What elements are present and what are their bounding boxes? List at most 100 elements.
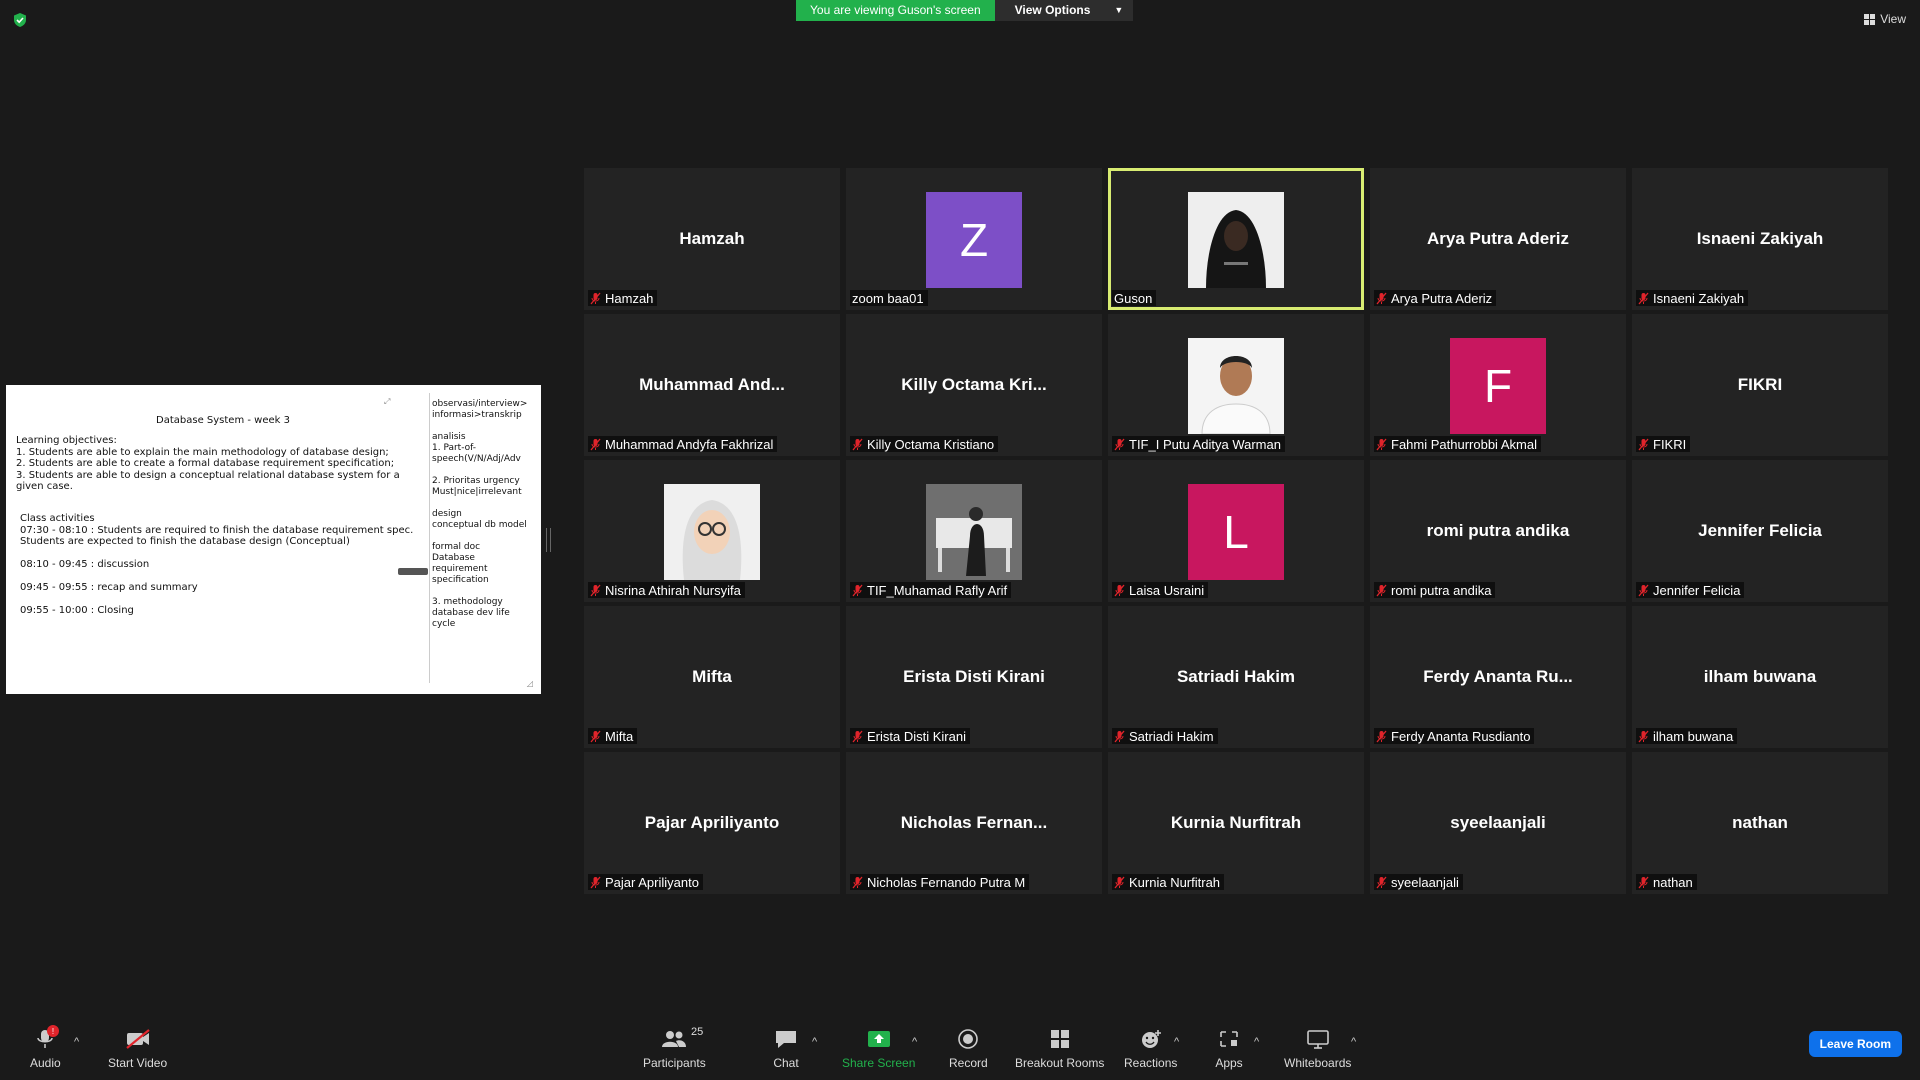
participant-display-name: nathan xyxy=(1732,813,1788,832)
participant-tile[interactable]: Arya Putra Aderiz Arya Putra Aderiz xyxy=(1370,168,1626,310)
participant-name: Satriadi Hakim xyxy=(1129,728,1214,744)
participant-name: Killy Octama Kristiano xyxy=(867,436,995,452)
doc-activities: Class activities 07:30 - 08:10 : Student… xyxy=(20,513,414,616)
participant-tile[interactable]: Killy Octama Kri... Killy Octama Kristian… xyxy=(846,314,1102,456)
participant-name-label: Fahmi Pathurrobbi Akmal xyxy=(1374,436,1541,452)
participant-tile[interactable]: Nicholas Fernan... Nicholas Fernando Putr… xyxy=(846,752,1102,894)
chat-label: Chat xyxy=(773,1056,799,1070)
participant-tile[interactable]: Zzoom baa01 xyxy=(846,168,1102,310)
participant-photo-portrait xyxy=(1188,338,1284,434)
camera-off-icon xyxy=(125,1029,150,1049)
participant-name: romi putra andika xyxy=(1391,582,1492,598)
breakout-rooms-button[interactable]: Breakout Rooms xyxy=(1015,1028,1104,1070)
participant-tile[interactable]: Jennifer Felicia Jennifer Felicia xyxy=(1632,460,1888,602)
panel-splitter[interactable] xyxy=(546,528,551,552)
participant-tile[interactable]: TIF_Muhamad Rafly Arif xyxy=(846,460,1102,602)
participant-name-label: Killy Octama Kristiano xyxy=(850,436,999,452)
share-options-caret[interactable]: ^ xyxy=(912,1036,917,1048)
participant-name-label: nathan xyxy=(1636,874,1697,890)
participant-name: TIF_Muhamad Rafly Arif xyxy=(867,582,1008,598)
participant-name-label: Pajar Apriliyanto xyxy=(588,874,703,890)
whiteboards-options-caret[interactable]: ^ xyxy=(1351,1036,1356,1048)
participant-tile[interactable]: Muhammad And... Muhammad Andyfa Fakhrizal xyxy=(584,314,840,456)
whiteboard-icon xyxy=(1306,1030,1329,1049)
chat-button[interactable]: Chat xyxy=(772,1028,800,1070)
security-shield-icon[interactable] xyxy=(12,12,28,28)
chevron-down-icon: ▼ xyxy=(1114,5,1124,15)
apps-button[interactable]: Apps xyxy=(1215,1028,1243,1070)
participant-tile[interactable]: Guson xyxy=(1108,168,1364,310)
whiteboards-button[interactable]: Whiteboards xyxy=(1284,1028,1351,1070)
participants-button[interactable]: 25 Participants xyxy=(643,1026,706,1070)
participant-tile[interactable]: Satriadi Hakim Satriadi Hakim xyxy=(1108,606,1364,748)
participant-name: Nisrina Athirah Nursyifa xyxy=(605,582,741,598)
participant-tile[interactable]: L Laisa Usraini xyxy=(1108,460,1364,602)
chat-icon xyxy=(776,1031,796,1048)
microphone-muted-icon xyxy=(1638,438,1649,450)
participant-tile[interactable]: Nisrina Athirah Nursyifa xyxy=(584,460,840,602)
participant-name: Hamzah xyxy=(605,290,654,306)
participant-name-label: Isnaeni Zakiyah xyxy=(1636,290,1749,306)
screen-share-banner: You are viewing Guson's screen View Opti… xyxy=(796,0,1134,21)
apps-options-caret[interactable]: ^ xyxy=(1254,1036,1259,1048)
participant-tile[interactable]: nathan nathan xyxy=(1632,752,1888,894)
participant-display-name: Erista Disti Kirani xyxy=(903,667,1045,686)
participant-name: Pajar Apriliyanto xyxy=(605,874,699,890)
participant-tile[interactable]: Kurnia Nurfitrah Kurnia Nurfitrah xyxy=(1108,752,1364,894)
participant-tile[interactable]: Ferdy Ananta Ru... Ferdy Ananta Rusdianto xyxy=(1370,606,1626,748)
microphone-muted-icon xyxy=(1376,438,1387,450)
participant-name-label: Kurnia Nurfitrah xyxy=(1112,874,1225,890)
chat-options-caret[interactable]: ^ xyxy=(812,1036,817,1048)
record-button[interactable]: Record xyxy=(949,1028,988,1070)
participant-tile[interactable]: romi putra andika romi putra andika xyxy=(1370,460,1626,602)
participant-name-label: Hamzah xyxy=(588,290,658,306)
participant-name-label: Guson xyxy=(1112,290,1157,306)
participant-tile[interactable]: ilham buwana ilham buwana xyxy=(1632,606,1888,748)
participant-tile[interactable]: F Fahmi Pathurrobbi Akmal xyxy=(1370,314,1626,456)
participant-display-name: FIKRI xyxy=(1737,375,1783,394)
view-button-label: View xyxy=(1880,12,1906,26)
participant-tile[interactable]: syeelaanjali syeelaanjali xyxy=(1370,752,1626,894)
microphone-muted-icon xyxy=(590,292,601,304)
participant-display-name: romi putra andika xyxy=(1426,521,1570,540)
corner-icon: ◿ xyxy=(526,679,533,688)
participant-display-name: Killy Octama Kri... xyxy=(901,375,1047,394)
participant-display-name: Jennifer Felicia xyxy=(1698,521,1822,540)
participant-name: Muhammad Andyfa Fakhrizal xyxy=(605,436,774,452)
participant-tile[interactable]: Pajar Apriliyanto Pajar Apriliyanto xyxy=(584,752,840,894)
start-video-label: Start Video xyxy=(108,1056,168,1070)
meeting-toolbar: ! Audio ^ Start Video 25 Participants Ch… xyxy=(0,1018,1920,1080)
microphone-muted-icon xyxy=(1638,730,1649,742)
participant-tile[interactable]: Mifta Mifta xyxy=(584,606,840,748)
audio-button[interactable]: ! Audio xyxy=(30,1025,61,1070)
participant-name: Nicholas Fernando Putra M xyxy=(867,874,1026,890)
leave-room-button[interactable]: Leave Room xyxy=(1808,1031,1902,1057)
participant-name: Arya Putra Aderiz xyxy=(1391,290,1493,306)
audio-options-caret[interactable]: ^ xyxy=(74,1036,79,1048)
participant-tile[interactable]: FIKRI FIKRI xyxy=(1632,314,1888,456)
participant-name-label: Satriadi Hakim xyxy=(1112,728,1218,744)
reactions-button[interactable]: Reactions xyxy=(1124,1028,1177,1070)
participant-tile[interactable]: Hamzah Hamzah xyxy=(584,168,840,310)
microphone-muted-icon xyxy=(1638,584,1649,596)
participant-display-name: Pajar Apriliyanto xyxy=(644,813,780,832)
doc-side-notes: observasi/interview> informasi>transkrip… xyxy=(432,399,528,629)
participant-tile[interactable]: TIF_I Putu Aditya Warman xyxy=(1108,314,1364,456)
participant-name: Kurnia Nurfitrah xyxy=(1129,874,1221,890)
participant-display-name: Nicholas Fernan... xyxy=(900,813,1048,832)
shared-screen[interactable]: Database System - week 3 Learning object… xyxy=(6,385,541,694)
participant-display-name: Muhammad And... xyxy=(639,375,785,394)
participant-display-name: Arya Putra Aderiz xyxy=(1426,229,1570,248)
view-options-button[interactable]: View Options ▼ xyxy=(994,0,1134,21)
reactions-label: Reactions xyxy=(1124,1056,1178,1070)
start-video-button[interactable]: Start Video xyxy=(108,1028,167,1070)
microphone-muted-icon xyxy=(1638,292,1649,304)
view-button[interactable]: View xyxy=(1864,12,1906,26)
share-screen-button[interactable]: Share Screen xyxy=(842,1028,915,1070)
reactions-options-caret[interactable]: ^ xyxy=(1174,1036,1179,1048)
participant-name-label: syeelaanjali xyxy=(1374,874,1463,890)
participant-tile[interactable]: Erista Disti Kirani Erista Disti Kirani xyxy=(846,606,1102,748)
microphone-muted-icon xyxy=(852,730,863,742)
participant-tile[interactable]: Isnaeni Zakiyah Isnaeni Zakiyah xyxy=(1632,168,1888,310)
participant-name-label: Nicholas Fernando Putra M xyxy=(850,874,1030,890)
